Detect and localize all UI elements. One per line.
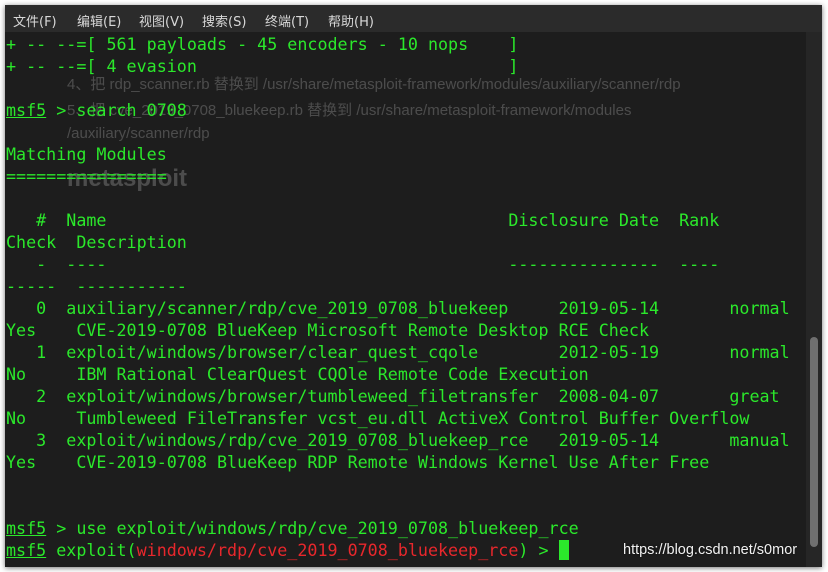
banner-line: + -- --=[ 561 payloads - 45 encoders - 1… (6, 34, 519, 54)
menu-search[interactable]: 搜索(S) (202, 11, 246, 30)
text-cursor[interactable] (558, 540, 569, 560)
terminal-output[interactable]: + -- --=[ 561 payloads - 45 encoders - 1… (5, 32, 806, 567)
use-command-line: msf5 > use exploit/windows/rdp/cve_2019_… (6, 517, 579, 539)
menu-edit[interactable]: 编辑(E) (77, 11, 121, 30)
prompt-separator: > (46, 100, 77, 120)
menu-file[interactable]: 文件(F) (13, 11, 57, 30)
scrollbar-thumb[interactable] (810, 337, 818, 547)
exploit-label: exploit( (56, 540, 137, 560)
menu-bar: 文件(F) 编辑(E) 视图(V) 搜索(S) 终端(T) 帮助(H) (5, 5, 822, 32)
table-row: 3 exploit/windows/rdp/cve_2019_0708_blue… (6, 430, 790, 450)
matching-modules-title: Matching Modules (6, 144, 167, 164)
table-row-description: No Tumbleweed FileTransfer vcst_eu.dll A… (6, 408, 750, 428)
vertical-scrollbar[interactable] (806, 32, 822, 567)
module-path: windows/rdp/cve_2019_0708_bluekeep_rce (136, 540, 519, 560)
msf5-prompt: msf5 (6, 100, 47, 120)
close-paren: ) (518, 540, 529, 560)
prompt-separator: > (528, 540, 559, 560)
menu-terminal[interactable]: 终端(T) (265, 11, 309, 30)
search-command-line: msf5 > search 0708 (6, 99, 187, 121)
table-row: 1 exploit/windows/browser/clear_quest_cq… (6, 342, 790, 362)
table-row-description: No IBM Rational ClearQuest CQOle Remote … (6, 364, 589, 384)
table-row: 2 exploit/windows/browser/tumbleweed_fil… (6, 386, 780, 406)
banner-line: + -- --=[ 4 evasion ] (6, 56, 519, 76)
table-header-continued: Check Description (6, 232, 187, 252)
watermark-url: https://blog.csdn.net/s0mor (623, 542, 798, 558)
menu-view[interactable]: 视图(V) (139, 11, 184, 30)
table-separator: - ---- --------------- ---- (6, 254, 720, 274)
msf5-prompt: msf5 (6, 518, 47, 538)
table-row: 0 auxiliary/scanner/rdp/cve_2019_0708_bl… (6, 298, 790, 318)
search-command: search 0708 (76, 100, 187, 120)
prompt-separator: > (46, 518, 77, 538)
table-row-description: Yes CVE-2019-0708 BlueKeep RDP Remote Wi… (6, 452, 710, 472)
table-separator-continued: ----- ----------- (6, 276, 187, 296)
msf5-prompt: msf5 (6, 540, 47, 560)
exploit-prompt-line: msf5 exploit(windows/rdp/cve_2019_0708_b… (6, 539, 569, 561)
terminal-window: 文件(F) 编辑(E) 视图(V) 搜索(S) 终端(T) 帮助(H) 4、把 … (5, 5, 822, 567)
table-header: # Name Disclosure Date Rank (6, 210, 720, 230)
table-row-description: Yes CVE-2019-0708 BlueKeep Microsoft Rem… (6, 320, 649, 340)
menu-help[interactable]: 帮助(H) (328, 11, 374, 30)
matching-modules-rule: ================ (6, 166, 167, 186)
use-command: use exploit/windows/rdp/cve_2019_0708_bl… (76, 518, 579, 538)
